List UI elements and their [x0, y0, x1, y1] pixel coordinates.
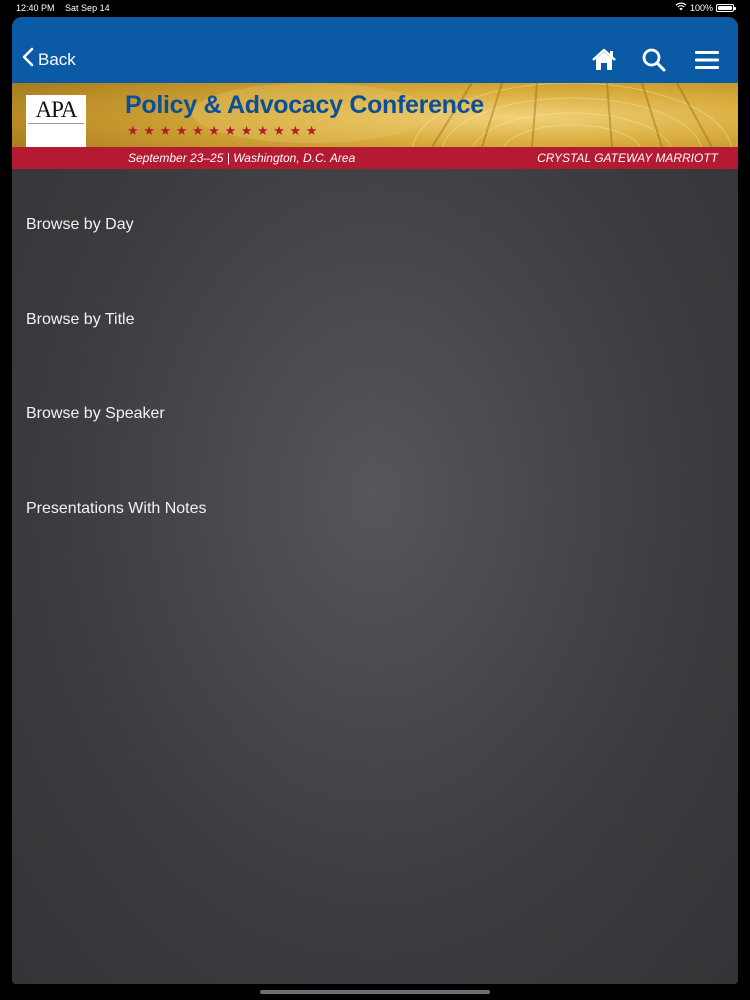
status-bar: 12:40 PM Sat Sep 14 100%	[0, 0, 750, 16]
browse-menu-list: Browse by Day Browse by Title Browse by …	[12, 169, 738, 547]
wifi-icon	[675, 1, 687, 15]
apa-logo-text: APA	[35, 97, 78, 122]
menu-item-browse-by-day[interactable]: Browse by Day	[12, 169, 738, 264]
menu-item-browse-by-speaker[interactable]: Browse by Speaker	[12, 358, 738, 453]
navigation-bar: Back	[12, 17, 738, 83]
battery-fill	[718, 6, 732, 10]
back-label: Back	[38, 49, 76, 69]
menu-item-label: Browse by Title	[26, 310, 135, 328]
hamburger-menu-icon[interactable]	[694, 46, 722, 74]
menu-item-label: Browse by Day	[26, 216, 134, 233]
chevron-left-icon	[22, 47, 34, 72]
search-icon[interactable]	[640, 46, 668, 74]
browse-menu-panel: Browse by Day Browse by Title Browse by …	[12, 169, 738, 984]
app-window: Back APA Policy & Advocacy Conference ★★…	[12, 17, 738, 984]
conference-venue: CRYSTAL GATEWAY MARRIOTT	[537, 151, 718, 165]
apa-logo: APA	[26, 95, 86, 155]
battery-percent: 100%	[689, 3, 713, 13]
status-right: 100%	[675, 1, 736, 15]
status-time: 12:40 PM	[16, 3, 55, 13]
conference-title: Policy & Advocacy Conference	[125, 91, 484, 119]
battery-icon	[716, 4, 736, 12]
conference-banner: APA Policy & Advocacy Conference ★★★★★★★…	[12, 83, 738, 169]
home-icon[interactable]	[590, 46, 618, 74]
banner-info-strip: September 23–25 | Washington, D.C. Area …	[12, 147, 738, 169]
menu-item-browse-by-title[interactable]: Browse by Title	[12, 264, 738, 359]
home-indicator[interactable]	[260, 990, 490, 994]
logo-rule	[28, 123, 84, 124]
stars-decoration: ★★★★★★★★★★★★	[127, 123, 323, 138]
status-left: 12:40 PM Sat Sep 14	[16, 1, 118, 15]
menu-item-label: Presentations With Notes	[26, 499, 207, 517]
menu-item-presentations-with-notes[interactable]: Presentations With Notes	[12, 453, 738, 548]
conference-date-location: September 23–25 | Washington, D.C. Area	[128, 151, 356, 165]
status-date: Sat Sep 14	[65, 3, 110, 13]
menu-item-label: Browse by Speaker	[26, 405, 165, 422]
ipad-screen: 12:40 PM Sat Sep 14 100% Back APA Policy…	[0, 0, 750, 1000]
back-button[interactable]: Back	[22, 47, 76, 72]
